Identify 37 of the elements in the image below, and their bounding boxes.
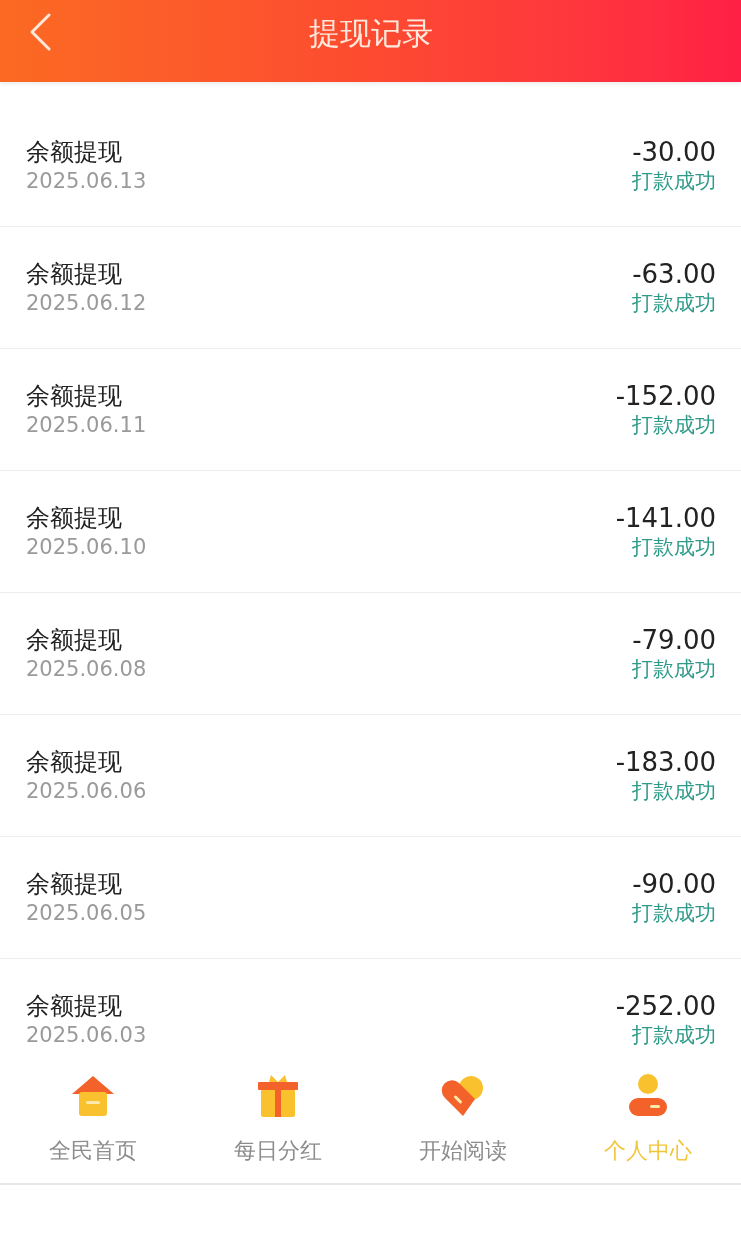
record-amount: -30.00 — [632, 136, 716, 167]
chevron-left-icon — [29, 13, 51, 51]
record-status: 打款成功 — [632, 777, 716, 805]
record-title: 余额提现 — [26, 136, 122, 167]
record-title: 余额提现 — [26, 868, 122, 899]
record-status: 打款成功 — [632, 899, 716, 927]
record-title: 余额提现 — [26, 258, 122, 289]
record-date: 2025.06.12 — [26, 289, 147, 317]
tab[interactable]: 开始阅读 — [370, 1060, 556, 1183]
tab[interactable]: 全民首页 — [0, 1060, 186, 1183]
record-title: 余额提现 — [26, 380, 122, 411]
record-amount: -63.00 — [632, 258, 716, 289]
page-title: 提现记录 — [308, 14, 433, 53]
record-status: 打款成功 — [632, 289, 716, 317]
record-date: 2025.06.05 — [26, 899, 147, 927]
record-amount: -252.00 — [615, 990, 716, 1021]
tab[interactable]: 每日分红 — [185, 1060, 371, 1183]
record-amount: -183.00 — [615, 746, 716, 777]
record-amount: -90.00 — [632, 868, 716, 899]
record-title: 余额提现 — [26, 624, 122, 655]
record-date: 2025.06.10 — [26, 533, 147, 561]
record-status: 打款成功 — [632, 1021, 716, 1049]
record-amount: -152.00 — [615, 380, 716, 411]
record-date: 2025.06.06 — [26, 777, 147, 805]
record-status: 打款成功 — [632, 533, 716, 561]
record-date: 2025.06.13 — [26, 167, 147, 195]
record-title: 余额提现 — [26, 990, 122, 1021]
record-amount: -141.00 — [615, 502, 716, 533]
record-title: 余额提现 — [26, 746, 122, 777]
record-status: 打款成功 — [632, 167, 716, 195]
record-status: 打款成功 — [632, 411, 716, 439]
record-date: 2025.06.03 — [26, 1021, 147, 1049]
record-title: 余额提现 — [26, 502, 122, 533]
record-date: 2025.06.11 — [26, 411, 147, 439]
record-status: 打款成功 — [632, 655, 716, 683]
record-amount: -79.00 — [632, 624, 716, 655]
record-date: 2025.06.08 — [26, 655, 147, 683]
